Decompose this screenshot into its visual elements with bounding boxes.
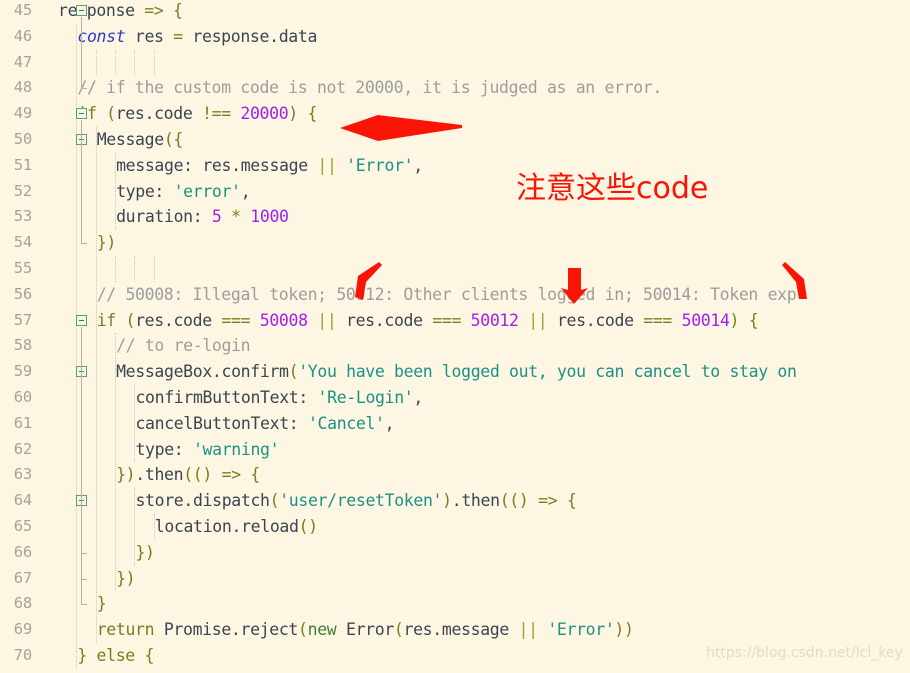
code-line[interactable]: duration: 5 * 1000 xyxy=(116,204,289,230)
line-number: 45 xyxy=(13,1,32,19)
line-number: 59 xyxy=(13,362,32,381)
line-number: 49 xyxy=(13,104,32,123)
fold-toggle-icon[interactable] xyxy=(76,108,87,120)
fold-range-end xyxy=(81,88,87,90)
line-number: 64 xyxy=(13,491,32,510)
blog-watermark: https://blog.csdn.net/lcl_key xyxy=(706,645,903,661)
line-number: 70 xyxy=(13,646,32,664)
line-number-gutter: 45 46 47 48 49 50 51 52 53 54 55 56 57 58 59 60 61 62 63 64… xyxy=(0,0,37,673)
line-number: 48 xyxy=(13,78,32,97)
code-line[interactable]: if (res.code === 50008 || res.code === 5… xyxy=(97,308,759,334)
line-number: 66 xyxy=(13,542,32,561)
line-number: 52 xyxy=(13,181,32,200)
code-line[interactable]: store.dispatch('user/resetToken').then((… xyxy=(135,488,576,514)
code-line[interactable]: const res = response.data xyxy=(77,24,317,50)
code-line[interactable]: type: 'error', xyxy=(116,179,251,205)
fold-range-end xyxy=(81,243,87,245)
fold-range-line xyxy=(81,17,82,89)
line-number: 51 xyxy=(13,155,32,174)
code-line[interactable]: if (res.code !== 20000) { xyxy=(77,101,317,127)
code-folding-strip[interactable] xyxy=(36,0,87,673)
line-number: 63 xyxy=(13,465,32,484)
code-line[interactable]: }) xyxy=(135,540,155,566)
code-line[interactable]: cancelButtonText: 'Cancel', xyxy=(135,411,394,437)
code-line[interactable]: }).then(() => { xyxy=(116,462,260,488)
line-number: 47 xyxy=(13,52,32,71)
line-number: 68 xyxy=(13,594,32,613)
line-number: 57 xyxy=(13,310,32,329)
code-line[interactable]: // to re-login xyxy=(116,333,251,359)
line-number: 55 xyxy=(13,259,32,277)
fold-range-line xyxy=(81,146,82,244)
code-editor-screenshot: response => {const res = response.data//… xyxy=(0,0,910,673)
code-line[interactable]: confirmButtonText: 'Re-Login', xyxy=(135,385,423,411)
code-line[interactable]: } else { xyxy=(77,643,154,669)
code-content-area[interactable]: response => {const res = response.data//… xyxy=(58,0,910,673)
line-number: 53 xyxy=(13,207,32,226)
line-number: 65 xyxy=(13,517,32,535)
code-line[interactable]: Message({ xyxy=(97,127,184,153)
code-line[interactable]: return Promise.reject(new Error(res.mess… xyxy=(97,617,634,643)
fold-range-end xyxy=(81,578,87,580)
partial-line-above: ) xyxy=(116,0,126,4)
code-line[interactable]: type: 'warning' xyxy=(135,437,279,463)
line-number: 69 xyxy=(13,620,32,639)
fold-toggle-icon[interactable] xyxy=(76,314,87,326)
line-number: 58 xyxy=(13,336,32,355)
line-number: 62 xyxy=(13,439,32,458)
code-line[interactable]: } xyxy=(97,591,107,617)
code-line[interactable]: // 50008: Illegal token; 50012: Other cl… xyxy=(97,282,797,308)
line-number: 54 xyxy=(13,233,32,252)
fold-range-end xyxy=(81,552,87,554)
line-number: 61 xyxy=(13,413,32,432)
code-line[interactable]: // if the custom code is not 20000, it i… xyxy=(77,75,662,101)
line-number: 67 xyxy=(13,568,32,587)
code-line[interactable]: location.reload() xyxy=(155,514,318,540)
line-number: 50 xyxy=(13,130,32,148)
code-line[interactable]: message: res.message || 'Error', xyxy=(116,153,423,179)
fold-range-end xyxy=(81,604,87,606)
code-line[interactable]: }) xyxy=(97,230,117,256)
fold-range-line xyxy=(81,507,82,553)
line-number: 56 xyxy=(13,284,32,303)
code-line[interactable]: MessageBox.confirm('You have been logged… xyxy=(116,359,797,385)
line-number: 60 xyxy=(13,388,32,406)
line-number: 46 xyxy=(13,26,32,45)
fold-toggle-icon[interactable] xyxy=(76,5,87,16)
code-line[interactable]: }) xyxy=(116,566,136,592)
